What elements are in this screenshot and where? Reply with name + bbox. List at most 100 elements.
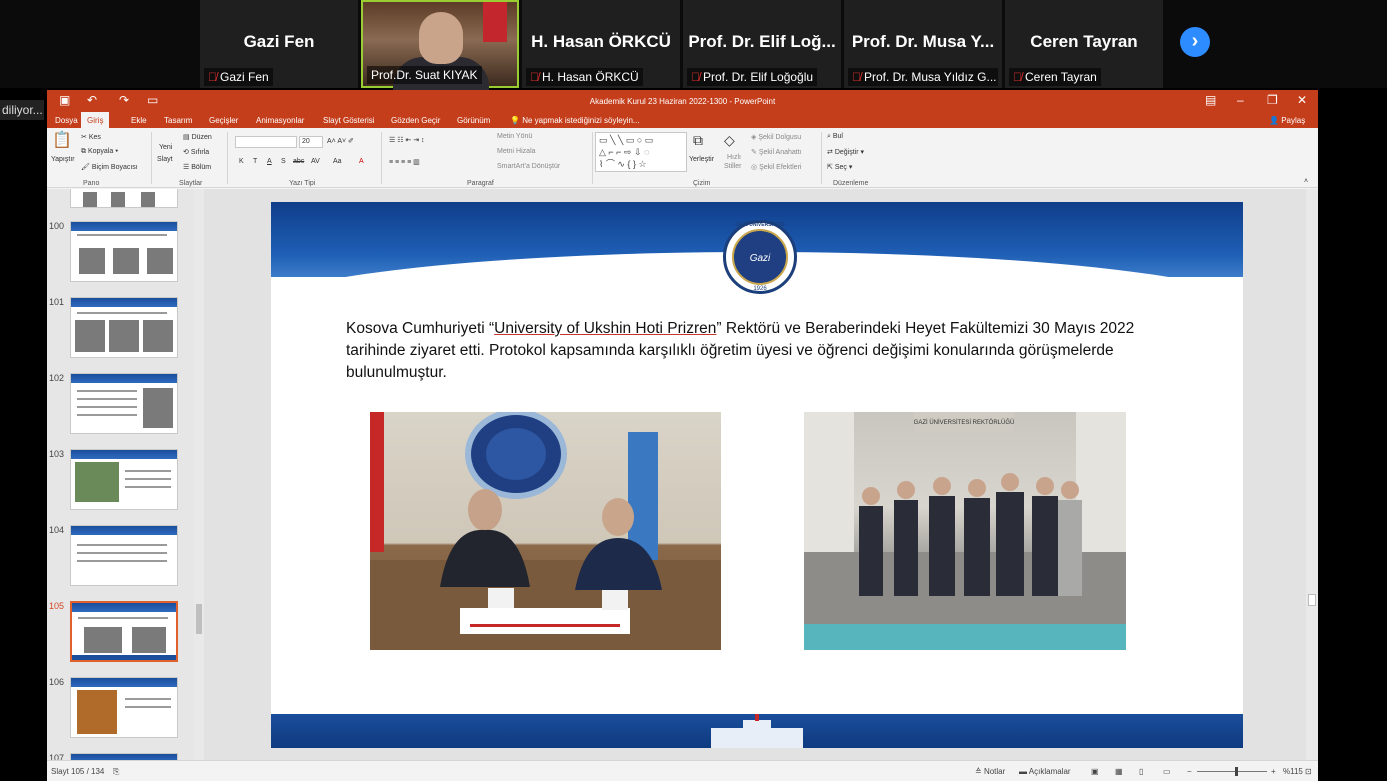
shape-outline-button[interactable]: ✎ Şekil Anahattı — [751, 148, 802, 156]
thumbnail-scrollbar[interactable] — [194, 189, 204, 760]
pen-icon: ✎ — [751, 149, 757, 156]
participant-tile-active-speaker[interactable]: Prof.Dr. Suat KIYAK — [361, 0, 519, 90]
participant-label: Prof.Dr. Suat KIYAK — [367, 66, 482, 84]
italic-button[interactable]: T — [253, 158, 257, 165]
slide-thumbnail[interactable] — [70, 677, 178, 738]
change-case-button[interactable]: Aa — [333, 158, 342, 165]
new-slide-button-line2[interactable]: Slayt — [157, 156, 173, 163]
slide-body-text[interactable]: Kosova Cumhuriyeti “University of Ukshin… — [346, 318, 1166, 384]
scrollbar-thumb[interactable] — [196, 604, 202, 634]
slide-thumbnail[interactable] — [70, 189, 178, 208]
photo-group-delegation[interactable]: GAZİ ÜNİVERSİTESİ REKTÖRLÜĞÜ — [804, 412, 1126, 650]
restore-icon[interactable]: ❐ — [1267, 93, 1278, 107]
person-icon: 👤 — [1269, 116, 1279, 125]
bullets-button[interactable]: ☰ ☷ ⇤ ⇥ ↕ — [389, 136, 425, 144]
zoom-out-button[interactable]: − — [1187, 767, 1192, 776]
participant-tile[interactable]: Ceren Tayran 🎙̸ Ceren Tayran — [1005, 0, 1163, 88]
collapse-ribbon-icon[interactable]: ˄ — [1304, 178, 1308, 185]
tab-dosya[interactable]: Dosya — [55, 116, 78, 125]
arrange-button[interactable]: Yerleştir — [689, 156, 714, 163]
layout-button[interactable]: ▤ Düzen — [183, 133, 212, 141]
paste-button[interactable]: Yapıştır — [51, 156, 75, 163]
editor-scrollbar[interactable] — [1306, 189, 1318, 760]
section-button[interactable]: ☰ Bölüm — [183, 163, 211, 171]
slide-thumbnail[interactable] — [70, 373, 178, 434]
slideshow-view-icon[interactable]: ▭ — [1163, 767, 1171, 776]
slide-canvas[interactable]: GAZİ ÜNİVERSİTESİ Gazi 1926 Kosova Cumhu… — [271, 202, 1243, 748]
font-color-button[interactable]: A — [359, 158, 364, 165]
normal-view-icon[interactable]: ▣ — [1091, 767, 1099, 776]
participant-tile[interactable]: Prof. Dr. Musa Y... 🎙̸ Prof. Dr. Musa Yıl… — [844, 0, 1002, 88]
tab-animasyonlar[interactable]: Animasyonlar — [256, 116, 304, 125]
share-button[interactable]: 👤 Paylaş — [1269, 116, 1305, 125]
photo-protocol-signing[interactable] — [370, 412, 721, 650]
slide-thumbnail[interactable] — [70, 753, 178, 760]
spell-check-icon[interactable]: ⎘ — [113, 767, 119, 777]
notes-button[interactable]: ≙ Notlar — [975, 767, 1005, 776]
quick-styles-button-line2[interactable]: Stiller — [724, 163, 742, 170]
align-text-button[interactable]: Metni Hizala — [497, 148, 536, 155]
character-spacing-button[interactable]: AV — [311, 158, 320, 165]
copy-button[interactable]: ⧉ Kopyala ▾ — [81, 148, 118, 156]
tab-gozden-gecir[interactable]: Gözden Geçir — [391, 116, 440, 125]
tab-gorunum[interactable]: Görünüm — [457, 116, 490, 125]
participant-tile[interactable]: Gazi Fen 🎙̸ Gazi Fen — [200, 0, 358, 88]
select-button[interactable]: ⇱ Seç ▾ — [827, 163, 852, 171]
slide-thumbnail[interactable] — [70, 297, 178, 358]
next-participants-button[interactable]: › — [1180, 27, 1210, 57]
tab-gecisler[interactable]: Geçişler — [209, 116, 238, 125]
comments-button[interactable]: ▬ Açıklamalar — [1019, 767, 1071, 776]
status-bar: Slayt 105 / 134 ⎘ ≙ Notlar ▬ Açıklamalar… — [47, 760, 1318, 781]
zoom-level[interactable]: %115 — [1283, 767, 1303, 776]
slide-thumbnail-selected[interactable] — [70, 601, 178, 662]
zoom-in-button[interactable]: + — [1271, 767, 1276, 776]
thumbnail-text-line — [77, 398, 137, 400]
new-slide-button[interactable]: Yeni — [159, 144, 172, 151]
slide-thumbnail[interactable] — [70, 221, 178, 282]
tell-me-search[interactable]: 💡 Ne yapmak istediğinizi söyleyin... — [510, 116, 640, 125]
smartart-button[interactable]: SmartArt'a Dönüştür — [497, 163, 560, 170]
underline-button[interactable]: A — [267, 158, 272, 165]
tab-tasarim[interactable]: Tasarım — [164, 116, 192, 125]
font-size-input[interactable]: 20 — [299, 136, 323, 148]
shape-fill-button[interactable]: ◈ Şekil Dolgusu — [751, 133, 801, 141]
divider — [381, 132, 382, 184]
slide-thumbnail[interactable] — [70, 525, 178, 586]
zoom-slider[interactable] — [1197, 771, 1267, 772]
tab-ekle[interactable]: Ekle — [131, 116, 147, 125]
strikethrough-button[interactable]: abc — [293, 158, 304, 165]
participant-tile[interactable]: Prof. Dr. Elif Loğ... 🎙̸ Prof. Dr. Elif L… — [683, 0, 841, 88]
arrange-icon[interactable]: ⧉ — [693, 132, 703, 149]
font-name-input[interactable] — [235, 136, 297, 148]
layout-icon: ▤ — [183, 134, 190, 141]
tab-giris[interactable]: Giriş — [81, 112, 110, 128]
text-direction-button[interactable]: Metin Yönü — [497, 133, 532, 140]
slide-sorter-icon[interactable]: ▦ — [1115, 767, 1123, 776]
minimize-icon[interactable]: – — [1237, 93, 1244, 107]
quick-styles-button[interactable]: Hızlı — [727, 154, 741, 161]
replace-button[interactable]: ⇄ Değiştir ▾ — [827, 148, 864, 156]
slide-thumbnail[interactable] — [70, 449, 178, 510]
slide-number: 103 — [49, 449, 65, 459]
tab-slayt-gosterisi[interactable]: Slayt Gösterisi — [323, 116, 375, 125]
zoom-slider-thumb[interactable] — [1234, 767, 1238, 776]
format-painter-button[interactable]: 🖌 Biçim Boyacısı — [81, 163, 138, 171]
quick-styles-icon[interactable]: ◇ — [724, 132, 735, 149]
shadow-button[interactable]: S — [281, 158, 286, 165]
bold-button[interactable]: K — [239, 158, 244, 165]
find-button[interactable]: ⌕ Bul — [827, 133, 843, 141]
shape-effects-button[interactable]: ◎ Şekil Efektleri — [751, 163, 801, 171]
fit-slide-icon[interactable]: ⊡ — [1305, 767, 1312, 776]
grow-font-button[interactable]: A˄ A˅ ✐ — [327, 137, 354, 145]
reading-view-icon[interactable]: ▯ — [1139, 767, 1143, 776]
participant-tile[interactable]: H. Hasan ÖRKCÜ 🎙̸ H. Hasan ÖRKCÜ — [522, 0, 680, 88]
close-icon[interactable]: ✕ — [1297, 93, 1307, 107]
ribbon-display-icon[interactable]: ▤ — [1205, 93, 1216, 107]
cut-button[interactable]: ✂ Kes — [81, 133, 101, 141]
align-buttons[interactable]: ≡ ≡ ≡ ≡ ▥ — [389, 158, 420, 166]
mic-muted-icon: 🎙̸ — [852, 70, 861, 84]
paste-icon[interactable]: 📋 — [52, 130, 72, 150]
scrollbar-thumb[interactable] — [1308, 594, 1316, 606]
shapes-gallery[interactable]: ▭ ╲ ╲ ▭ ○ ▭ △ ⌐ ⌐ ⇨ ⇩ ◌ ⌇ ⌒ ∿ { } ☆ — [595, 132, 687, 172]
reset-button[interactable]: ⟲ Sıfırla — [183, 148, 209, 156]
